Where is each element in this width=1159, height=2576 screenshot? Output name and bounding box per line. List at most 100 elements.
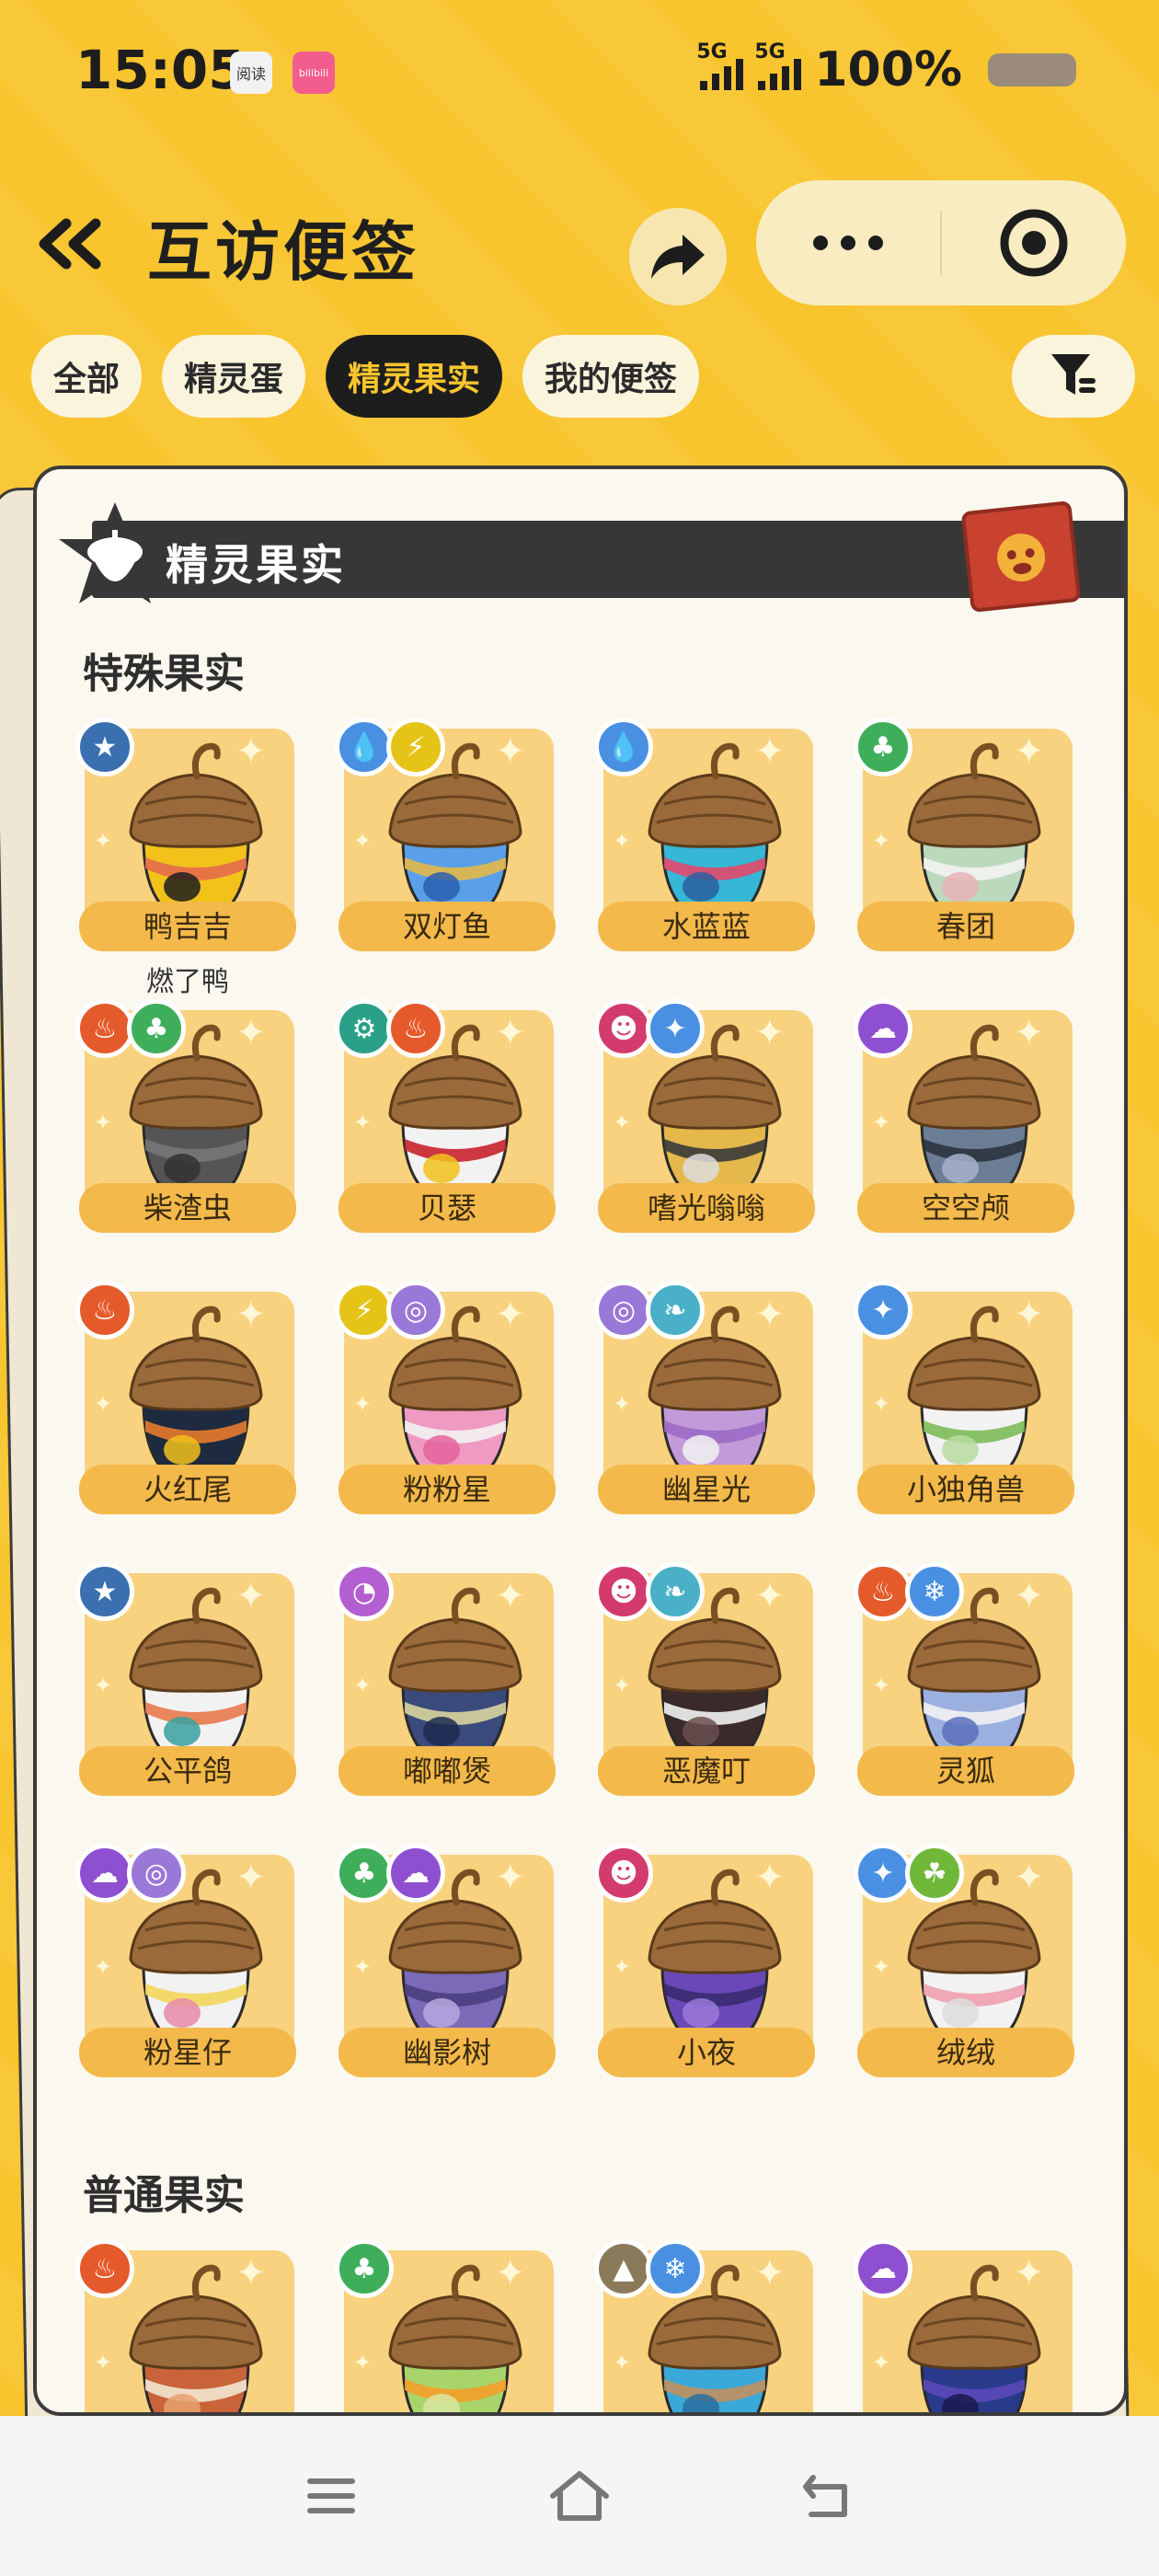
fruit-name: 小夜: [598, 2028, 815, 2077]
fruit-name: 粉星仔: [79, 2028, 296, 2077]
fruit-card-item[interactable]: ✦ ✦ ♨ 火红尾: [75, 1281, 296, 1562]
special-fruit-grid: ✦ ✦ ★ 鸭吉吉 燃了鸭 ✦ ✦ 💧 ⚡ 双灯鱼 ✦ ✦ 💧 水蓝蓝 ✦ ✦ …: [75, 718, 1109, 2125]
element-type-icon: ♨: [386, 999, 445, 1058]
battery-icon: [988, 53, 1076, 86]
tab-fruits[interactable]: 精灵果实: [326, 335, 503, 418]
fruit-name: 幽星光: [598, 1465, 815, 1514]
home-icon[interactable]: [547, 2464, 612, 2528]
sparkle-icon: ✦: [94, 1673, 113, 1698]
fruit-card-item[interactable]: ✦ ✦ ♣ ☁ 幽影树: [335, 1844, 556, 2125]
element-type-icon: ★: [75, 1562, 134, 1621]
back-icon[interactable]: [33, 212, 107, 276]
target-icon[interactable]: [942, 180, 1126, 305]
fruit-card: 精灵果实 特殊果实 ✦ ✦ ★ 鸭吉吉 燃了鸭 ✦ ✦ 💧 ⚡ 双灯鱼 ✦ ✦ …: [33, 466, 1128, 2416]
filter-button[interactable]: [1012, 335, 1135, 418]
element-type-icon: ♣: [127, 999, 186, 1058]
fruit-card-item[interactable]: ✦ ✦ ♣ 春团: [854, 718, 1074, 999]
type-icons: ☻ ✦: [594, 999, 705, 1058]
sparkle-icon: ✦: [353, 1110, 373, 1135]
header: 互访便签: [0, 175, 1159, 313]
element-type-icon: ⚙: [335, 999, 394, 1058]
fruit-card-item[interactable]: ✦ ✦ ✦ 小独角兽: [854, 1281, 1074, 1562]
type-icons: ☁: [854, 2239, 912, 2298]
sparkle-icon: ✦: [613, 2350, 632, 2375]
element-type-icon: ♣: [854, 718, 912, 776]
fruit-name: 水蓝蓝: [598, 902, 815, 951]
element-type-icon: ✦: [854, 1281, 912, 1340]
fruit-card-item[interactable]: ✦ ✦ ☻ ❧ 恶魔叮: [594, 1562, 815, 1844]
type-icons: ☻: [594, 1844, 653, 1903]
mini-program-capsule: [756, 180, 1126, 305]
type-icons: 💧: [594, 718, 653, 776]
more-icon[interactable]: [756, 180, 940, 305]
element-type-icon: ☁: [854, 999, 912, 1058]
fruit-card-item[interactable]: ✦ ✦ ♨: [75, 2239, 296, 2412]
element-type-icon: ♨: [854, 1562, 912, 1621]
fruit-card-item[interactable]: ✦ ✦ 💧 ⚡ 双灯鱼: [335, 718, 556, 999]
fruit-card-item[interactable]: ✦ ✦ ★ 鸭吉吉 燃了鸭: [75, 718, 296, 999]
sparkle-icon: ✦: [94, 1110, 113, 1135]
fruit-card-item[interactable]: ✦ ✦ ☁ 空空颅: [854, 999, 1074, 1281]
element-type-icon: ✦: [854, 1844, 912, 1903]
share-button[interactable]: [629, 208, 727, 305]
sparkle-icon: ✦: [94, 1954, 113, 1980]
fruit-name: 鸭吉吉: [79, 902, 296, 951]
fruit-card-item[interactable]: ✦ ✦ ▲ ❄: [594, 2239, 815, 2412]
sparkle-icon: ✦: [613, 828, 632, 854]
normal-fruit-grid: ✦ ✦ ♨ ✦ ✦ ♣ ✦ ✦ ▲ ❄ ✦ ✦ ☁: [75, 2239, 1109, 2412]
fruit-card-item[interactable]: ✦ ✦ ☻ ✦ 嗜光嗡嗡: [594, 999, 815, 1281]
fruit-card-item[interactable]: ✦ ✦ ★ 公平鸽: [75, 1562, 296, 1844]
type-icons: ♨ ❄: [854, 1562, 964, 1621]
fruit-card-item[interactable]: ✦ ✦ 💧 水蓝蓝: [594, 718, 815, 999]
fruit-card-item[interactable]: ✦ ✦ ☁ ◎ 粉星仔: [75, 1844, 296, 2125]
element-type-icon: ◎: [127, 1844, 186, 1903]
element-type-icon: ☻: [594, 1844, 653, 1903]
acorn-fruit-icon: [377, 2252, 534, 2412]
sparkle-icon: ✦: [613, 1673, 632, 1698]
element-type-icon: ❧: [646, 1562, 705, 1621]
fruit-card-item[interactable]: ✦ ✦ ♨ ♣ 柴渣虫: [75, 999, 296, 1281]
menu-icon[interactable]: [299, 2464, 363, 2528]
return-icon[interactable]: [796, 2464, 860, 2528]
status-bar: 15:05 阅读 bilibili 5G 5G 100%: [0, 0, 1159, 138]
tab-eggs[interactable]: 精灵蛋: [162, 335, 306, 418]
type-icons: ♣: [335, 2239, 394, 2298]
fruit-card-item[interactable]: ✦ ✦ ⚡ ◎ 粉粉星: [335, 1281, 556, 1562]
element-type-icon: ♨: [75, 2239, 134, 2298]
fruit-card-item[interactable]: ✦ ✦ ♣: [335, 2239, 556, 2412]
system-nav-bar: [0, 2416, 1159, 2576]
type-icons: ♨ ♣: [75, 999, 186, 1058]
element-type-icon: ❄: [905, 1562, 964, 1621]
fruit-card-item[interactable]: ✦ ✦ ◎ ❧ 幽星光: [594, 1281, 815, 1562]
sparkle-icon: ✦: [872, 828, 891, 854]
bilibili-app-icon: bilibili: [293, 52, 335, 94]
tab-my-notes[interactable]: 我的便签: [522, 335, 700, 418]
section-title-normal: 普通果实: [83, 2172, 245, 2219]
fruit-card-item[interactable]: ✦ ✦ ☻ 小夜: [594, 1844, 815, 2125]
sparkle-icon: ✦: [613, 1391, 632, 1417]
element-type-icon: ▲: [594, 2239, 653, 2298]
fruit-card-item[interactable]: ✦ ✦ ⚙ ♨ 贝瑟: [335, 999, 556, 1281]
element-type-icon: ♨: [75, 1281, 134, 1340]
acorn-fruit-icon: [896, 2252, 1052, 2412]
fruit-name: 贝瑟: [339, 1183, 556, 1233]
section-title-special: 特殊果实: [83, 650, 245, 697]
type-icons: ♣ ☁: [335, 1844, 445, 1903]
sparkle-icon: ✦: [613, 1110, 632, 1135]
filter-icon: [1051, 354, 1096, 395]
sparkle-icon: ✦: [94, 2350, 113, 2375]
type-icons: ✦: [854, 1281, 912, 1340]
element-type-icon: ✦: [646, 999, 705, 1058]
status-time: 15:05: [75, 39, 246, 101]
fruit-card-item[interactable]: ✦ ✦ ✦ ☘ 绒绒: [854, 1844, 1074, 2125]
signal-icon: 5G: [696, 40, 744, 90]
tab-all[interactable]: 全部: [31, 335, 143, 418]
filter-tabs: 全部 精灵蛋 精灵果实 我的便签: [31, 335, 700, 418]
type-icons: ♣: [854, 718, 912, 776]
fruit-card-item[interactable]: ✦ ✦ ♨ ❄ 灵狐: [854, 1562, 1074, 1844]
fruit-card-item[interactable]: ✦ ✦ ☁: [854, 2239, 1074, 2412]
type-icons: ★: [75, 1562, 134, 1621]
sparkle-icon: ✦: [872, 1110, 891, 1135]
fruit-card-item[interactable]: ✦ ✦ ◔ 嘟嘟煲: [335, 1562, 556, 1844]
fruit-name: 恶魔叮: [598, 1746, 815, 1796]
